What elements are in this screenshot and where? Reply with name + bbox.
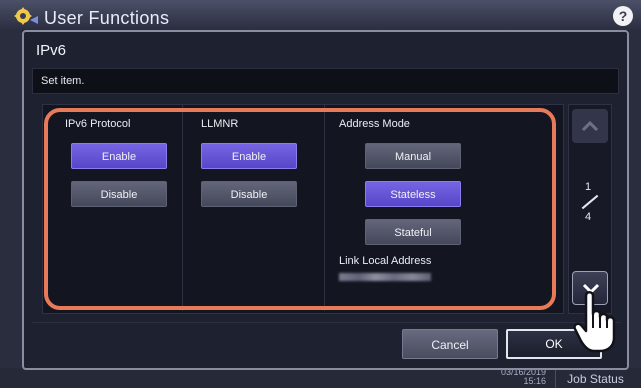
- status-datetime: 03/16/2019 15:16: [501, 368, 546, 386]
- dialog-instruction-bar: Set item.: [32, 68, 619, 94]
- highlight-frame: [44, 108, 556, 310]
- status-time: 15:16: [523, 376, 546, 386]
- page-current: 1: [585, 181, 592, 193]
- help-icon[interactable]: ?: [613, 6, 633, 26]
- app-title: User Functions: [44, 8, 170, 28]
- cancel-button[interactable]: Cancel: [402, 329, 498, 359]
- page-divider: [581, 194, 599, 210]
- ipv6-dialog: IPv6 Set item. IPv6 Protocol Enable Disa…: [22, 30, 629, 370]
- background-right-edge: [629, 30, 641, 368]
- dialog-title: IPv6: [36, 42, 67, 59]
- chevron-up-icon: [581, 120, 599, 132]
- dialog-button-bar: Cancel OK: [32, 322, 621, 364]
- gear-icon: [14, 7, 38, 25]
- pointing-hand-icon: [573, 291, 616, 353]
- scroll-up-button[interactable]: [572, 109, 608, 143]
- background-left-edge: [0, 30, 22, 368]
- dialog-instruction: Set item.: [41, 75, 85, 87]
- page-total: 4: [585, 211, 592, 223]
- job-status-button[interactable]: Job Status: [555, 370, 635, 388]
- page-scroll-column: 1 4: [568, 104, 612, 314]
